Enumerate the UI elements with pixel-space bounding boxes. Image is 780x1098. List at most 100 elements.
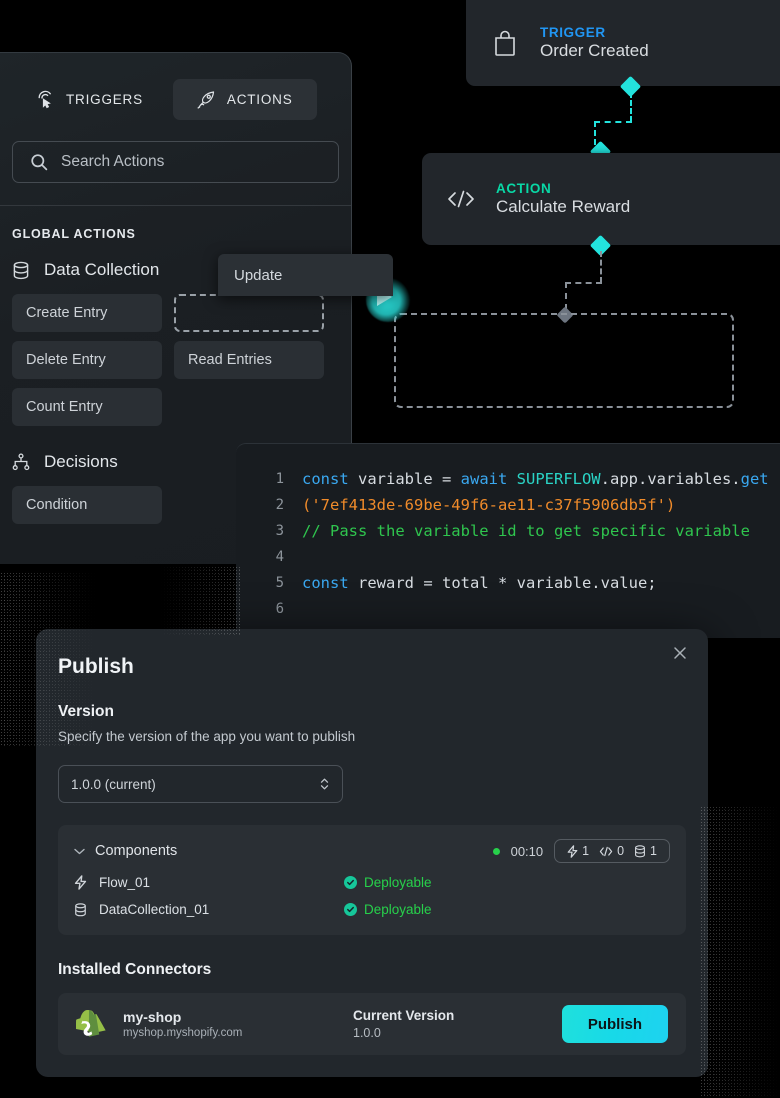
sidebar-tabs: TRIGGERS ACTIONS <box>12 53 339 120</box>
component-row[interactable]: Flow_01 Deployable <box>74 875 670 890</box>
flow-node-trigger[interactable]: TRIGGER Order Created <box>466 0 780 86</box>
version-heading: Version <box>58 703 114 720</box>
database-icon <box>74 902 90 917</box>
publish-button[interactable]: Publish <box>561 1005 668 1043</box>
database-icon <box>634 844 646 858</box>
group-name: Decisions <box>44 452 118 471</box>
sidebar-divider <box>0 205 351 206</box>
connector-domain: myshop.myshopify.com <box>123 1027 243 1039</box>
code-line[interactable]: 4 <box>236 544 780 570</box>
connector-line <box>565 282 567 310</box>
global-actions-label: GLOBAL ACTIONS <box>12 227 136 241</box>
tab-actions[interactable]: ACTIONS <box>172 79 317 120</box>
node-title: Calculate Reward <box>496 197 631 216</box>
code-editor-panel[interactable]: 1 const variable = await SUPERFLOW.app.va… <box>236 443 780 638</box>
line-number: 4 <box>275 549 284 565</box>
version-select[interactable]: 1.0.0 (current) <box>58 765 343 803</box>
line-number: 2 <box>275 497 284 513</box>
code-token: SUPERFLOW <box>516 470 601 488</box>
code-text: const variable = await SUPERFLOW.app.var… <box>302 470 769 488</box>
code-token: await <box>460 470 517 488</box>
connector-info: my-shop myshop.myshopify.com <box>123 1009 353 1039</box>
component-count-badges: 1 0 1 <box>554 839 670 863</box>
components-heading: Components <box>95 843 178 859</box>
badge-count: 1 <box>650 844 657 858</box>
version-description: Specify the version of the app you want … <box>58 729 356 744</box>
connector-version-value: 1.0.0 <box>353 1026 381 1040</box>
code-text: const reward = total * variable.value; <box>302 574 657 592</box>
components-card: Components 00:10 1 0 1 Flow_01 Deployabl… <box>58 825 686 935</box>
close-icon[interactable] <box>666 639 694 667</box>
code-line[interactable]: 1 const variable = await SUPERFLOW.app.va… <box>236 466 780 492</box>
code-token: const <box>302 574 358 592</box>
line-number: 1 <box>275 471 284 487</box>
action-chip-delete-entry[interactable]: Delete Entry <box>12 341 162 379</box>
publish-dialog: Publish Version Specify the version of t… <box>36 629 708 1077</box>
code-text: ('7ef413de-69be-49f6-ae11-c37f5906db5f') <box>302 496 675 514</box>
connector-line <box>565 282 602 284</box>
shopping-bag-icon <box>488 26 522 60</box>
component-name: DataCollection_01 <box>99 902 210 917</box>
code-token: variable = <box>358 470 461 488</box>
badge-count: 1 <box>582 844 590 858</box>
chip-label: Read Entries <box>188 352 272 368</box>
dragged-action-item[interactable]: Update <box>218 254 393 296</box>
badge-code: 0 <box>595 844 628 858</box>
components-toggle[interactable]: Components <box>74 843 177 859</box>
component-status: Deployable <box>344 902 432 917</box>
flow-node-action[interactable]: ACTION Calculate Reward <box>422 153 780 245</box>
action-chip-count-entry[interactable]: Count Entry <box>12 388 162 426</box>
search-input[interactable] <box>61 153 321 171</box>
connector-line <box>630 92 632 122</box>
connector-line <box>594 121 632 123</box>
line-number: 6 <box>275 601 284 617</box>
code-token: reward = total * variable.value; <box>358 574 657 592</box>
code-line[interactable]: 6 <box>236 596 780 622</box>
action-chip-condition[interactable]: Condition <box>12 486 162 524</box>
connector-version-label: Current Version <box>353 1008 455 1023</box>
status-label: Deployable <box>364 902 432 917</box>
status-dot <box>492 847 500 855</box>
chip-label: Create Entry <box>26 305 108 321</box>
code-line[interactable]: 3 // Pass the variable id to get specific… <box>236 518 780 544</box>
search-box[interactable] <box>12 141 339 183</box>
code-token: ('7ef413de-69be-49f6-ae11-c37f5906db5f') <box>302 496 676 514</box>
chip-label: Condition <box>26 497 88 513</box>
code-token: .app.variables. <box>600 470 741 488</box>
lightning-icon <box>74 875 90 890</box>
code-icon <box>599 846 613 857</box>
database-icon <box>12 261 31 280</box>
dialog-title: Publish <box>58 655 134 678</box>
build-timer: 00:10 <box>510 843 544 859</box>
search-container <box>12 141 339 183</box>
code-text: // Pass the variable id to get specific … <box>302 522 750 540</box>
rocket-icon <box>197 90 216 109</box>
drop-zone-placeholder[interactable] <box>394 313 734 408</box>
tab-triggers[interactable]: TRIGGERS <box>12 79 167 120</box>
node-kind-label: TRIGGER <box>540 25 606 40</box>
components-header: Components 00:10 1 0 1 <box>74 839 670 863</box>
action-chip-placeholder[interactable] <box>174 294 324 332</box>
code-line[interactable]: 5 const reward = total * variable.value; <box>236 570 780 596</box>
code-token: // Pass the variable id to get specific … <box>302 522 750 540</box>
connector-line <box>594 121 596 145</box>
chip-label: Count Entry <box>26 399 103 415</box>
action-chip-read-entries[interactable]: Read Entries <box>174 341 324 379</box>
connector-line <box>600 251 602 283</box>
branch-icon <box>12 453 31 472</box>
action-chip-create-entry[interactable]: Create Entry <box>12 294 162 332</box>
code-token: const <box>302 470 358 488</box>
version-select-value: 1.0.0 (current) <box>71 776 156 792</box>
tab-label: ACTIONS <box>226 92 293 107</box>
code-brackets-icon <box>444 182 478 216</box>
node-kind-label: ACTION <box>496 181 552 196</box>
chevron-updown-icon <box>320 777 329 791</box>
component-row[interactable]: DataCollection_01 Deployable <box>74 902 670 917</box>
status-label: Deployable <box>364 875 432 890</box>
line-number: 3 <box>275 523 284 539</box>
connector-version: Current Version 1.0.0 <box>353 1008 562 1040</box>
code-line[interactable]: 2 ('7ef413de-69be-49f6-ae11-c37f5906db5f'… <box>236 492 780 518</box>
code-lines: 1 const variable = await SUPERFLOW.app.va… <box>236 444 780 622</box>
lightning-icon <box>567 844 578 858</box>
cursor-click-icon <box>36 90 55 109</box>
